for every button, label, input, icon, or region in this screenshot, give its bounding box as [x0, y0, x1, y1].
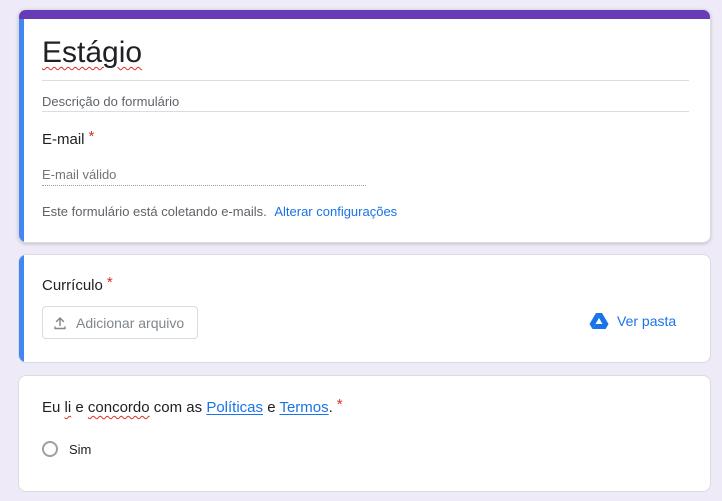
option-label: Sim	[69, 441, 92, 457]
form-title[interactable]: Estágio	[42, 36, 142, 70]
email-label-text: E-mail	[42, 131, 85, 148]
terms-word-e: e	[75, 399, 84, 416]
view-folder-text: Ver pasta	[617, 313, 677, 329]
terms-word-com-as: com as	[153, 399, 203, 416]
terms-question-label: Eu li e concordo com as Políticas e Term…	[42, 396, 343, 416]
terms-link[interactable]: Termos	[279, 399, 328, 416]
email-question-label: E-mail *	[42, 128, 95, 149]
file-label-text: Currículo	[42, 277, 103, 294]
google-drive-icon	[589, 312, 609, 330]
terms-word-e2: e	[267, 399, 276, 416]
change-settings-link[interactable]: Alterar configurações	[274, 204, 397, 219]
terms-period: .	[328, 399, 333, 416]
required-asterisk: *	[106, 274, 113, 291]
collection-note-text: Este formulário está coletando e-mails.	[42, 204, 267, 219]
form-header-card: Estágio Descrição do formulário E-mail * …	[18, 9, 711, 243]
title-divider	[42, 80, 689, 81]
form-description-field[interactable]: Descrição do formulário	[42, 94, 179, 109]
terms-word-concordo: concordo	[87, 399, 150, 416]
terms-question-card[interactable]: Eu li e concordo com as Políticas e Term…	[18, 375, 711, 492]
view-folder-link[interactable]: Ver pasta	[589, 312, 676, 330]
terms-word-eu: Eu	[42, 399, 61, 416]
email-collection-note: Este formulário está coletando e-mails. …	[42, 204, 397, 219]
upload-icon	[53, 316, 67, 330]
file-upload-question-card[interactable]: Currículo * Adicionar arquivo Ver pasta	[18, 254, 711, 363]
file-question-label: Currículo *	[42, 274, 113, 295]
required-asterisk: *	[336, 396, 343, 413]
add-file-button[interactable]: Adicionar arquivo	[42, 306, 198, 339]
option-sim[interactable]: Sim	[42, 441, 91, 457]
add-file-label: Adicionar arquivo	[76, 314, 185, 331]
email-field[interactable]	[42, 164, 366, 186]
required-asterisk: *	[88, 128, 95, 145]
terms-word-li: li	[64, 399, 72, 416]
policies-link[interactable]: Políticas	[206, 399, 263, 416]
description-divider	[42, 111, 689, 112]
radio-button[interactable]	[42, 441, 58, 457]
theme-color-bar	[19, 10, 710, 19]
